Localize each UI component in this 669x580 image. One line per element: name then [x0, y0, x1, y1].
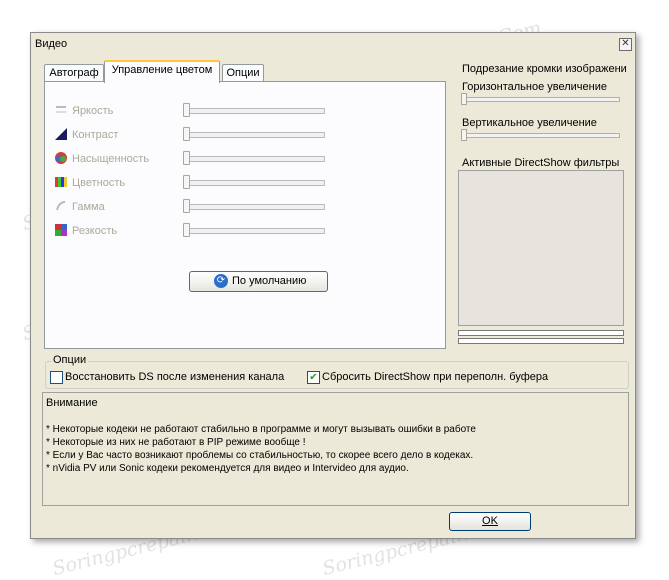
saturation-row: Насыщенность [55, 150, 435, 168]
color-panel: Яркость Контраст Насыщенность Цветность … [44, 81, 446, 349]
horizontal-zoom-slider[interactable] [462, 97, 620, 102]
saturation-slider[interactable] [185, 156, 325, 162]
restore-ds-label: Восстановить DS после изменения канала [65, 371, 285, 383]
horizontal-zoom-thumb[interactable] [461, 93, 467, 105]
brightness-row: Яркость [55, 102, 435, 120]
close-icon[interactable]: ✕ [619, 38, 632, 51]
horizontal-zoom-label: Горизонтальное увеличение [462, 81, 607, 93]
note-line: * nVidia PV или Sonic кодеки рекомендует… [46, 463, 409, 474]
contrast-label: Контраст [72, 129, 119, 141]
vertical-zoom-thumb[interactable] [461, 129, 467, 141]
sharpness-slider[interactable] [185, 228, 325, 234]
brightness-label: Яркость [72, 105, 114, 117]
video-dialog: Видео ✕ Автограф Управление цветом Опции… [30, 32, 636, 539]
saturation-slider-thumb[interactable] [183, 151, 190, 165]
sharpness-row: Резкость [55, 222, 435, 240]
note-line: * Некоторые кодеки не работают стабильно… [46, 424, 476, 435]
sharpness-label: Резкость [72, 225, 118, 237]
saturation-label: Насыщенность [72, 153, 150, 165]
gamma-icon [56, 201, 66, 211]
window-title: Видео [35, 38, 68, 50]
hue-row: Цветность [55, 174, 435, 192]
default-button-label: По умолчанию [232, 275, 307, 287]
vertical-zoom-label: Вертикальное увеличение [462, 117, 597, 129]
hue-icon [55, 177, 67, 187]
title-bar[interactable]: Видео ✕ [31, 33, 635, 55]
saturation-icon [55, 152, 67, 164]
note-line: * Некоторые из них не работают в PIP реж… [46, 437, 306, 448]
hue-slider-thumb[interactable] [183, 175, 190, 189]
restore-ds-checkbox[interactable] [50, 371, 63, 384]
contrast-slider[interactable] [185, 132, 325, 138]
sharpness-slider-thumb[interactable] [183, 223, 190, 237]
note-line: * Если у Вас часто возникают проблемы со… [46, 450, 474, 461]
hue-slider[interactable] [185, 180, 325, 186]
filters-label: Активные DirectShow фильтры [462, 157, 620, 169]
gamma-slider-thumb[interactable] [183, 199, 190, 213]
gamma-slider[interactable] [185, 204, 325, 210]
contrast-icon [55, 128, 67, 140]
contrast-slider-thumb[interactable] [183, 127, 190, 141]
hue-label: Цветность [72, 177, 126, 189]
gamma-row: Гамма [55, 198, 435, 216]
filter-bar-1 [458, 330, 624, 336]
brightness-slider[interactable] [185, 108, 325, 114]
gamma-label: Гамма [72, 201, 105, 213]
vertical-zoom-slider[interactable] [462, 133, 620, 138]
brightness-icon [56, 106, 66, 113]
reset-ds-label: Сбросить DirectShow при переполн. буфера [322, 371, 549, 383]
default-button[interactable]: ⟳ По умолчанию [189, 271, 328, 292]
contrast-row: Контраст [55, 126, 435, 144]
reset-icon: ⟳ [214, 274, 228, 288]
sharpness-icon [55, 224, 67, 236]
ok-button[interactable]: OK [449, 512, 531, 531]
options-group-label: Опции [51, 354, 89, 366]
notes-heading: Внимание [46, 397, 98, 409]
tab-color-management[interactable]: Управление цветом [104, 60, 220, 83]
ok-button-label: OK [482, 515, 498, 527]
filters-list[interactable] [458, 170, 624, 326]
filter-bar-2 [458, 338, 624, 344]
reset-ds-checkbox[interactable]: ✔ [307, 371, 320, 384]
crop-heading: Подрезание кромки изображени [462, 63, 627, 75]
warning-notes: Внимание * Некоторые кодеки не работают … [42, 392, 629, 506]
brightness-slider-thumb[interactable] [183, 103, 190, 117]
